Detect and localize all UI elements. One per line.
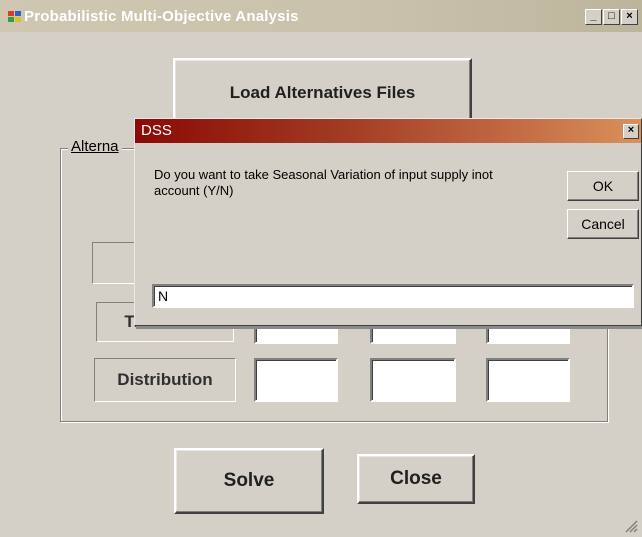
dialog-close-icon[interactable]: × bbox=[623, 124, 639, 139]
main-window: Probabilistic Multi-Objective Analysis _… bbox=[0, 0, 642, 537]
close-button[interactable]: Close bbox=[357, 454, 475, 504]
distribution-cell-3[interactable] bbox=[486, 358, 570, 402]
dss-input-dialog: DSS × Do you want to take Seasonal Varia… bbox=[134, 118, 642, 326]
maximize-button[interactable]: □ bbox=[603, 9, 620, 25]
app-icon bbox=[8, 11, 22, 23]
resize-grip-icon[interactable] bbox=[624, 519, 638, 533]
dialog-answer-input[interactable]: N bbox=[152, 284, 634, 308]
distribution-cell-1[interactable] bbox=[254, 358, 338, 402]
minimize-button[interactable]: _ bbox=[585, 9, 602, 25]
cancel-button[interactable]: Cancel bbox=[567, 209, 639, 239]
close-window-button[interactable]: × bbox=[621, 9, 638, 25]
window-title: Probabilistic Multi-Objective Analysis bbox=[24, 8, 299, 25]
dialog-titlebar[interactable]: DSS × bbox=[135, 119, 641, 143]
distribution-cell-2[interactable] bbox=[370, 358, 456, 402]
solve-button[interactable]: Solve bbox=[174, 448, 324, 514]
ok-button[interactable]: OK bbox=[567, 171, 639, 201]
alternatives-group-label: Alterna bbox=[68, 138, 122, 155]
row-label-distribution: Distribution bbox=[94, 358, 236, 402]
window-titlebar[interactable]: Probabilistic Multi-Objective Analysis _… bbox=[0, 0, 642, 32]
dialog-prompt: Do you want to take Seasonal Variation o… bbox=[154, 167, 493, 198]
dialog-title: DSS bbox=[141, 122, 172, 139]
